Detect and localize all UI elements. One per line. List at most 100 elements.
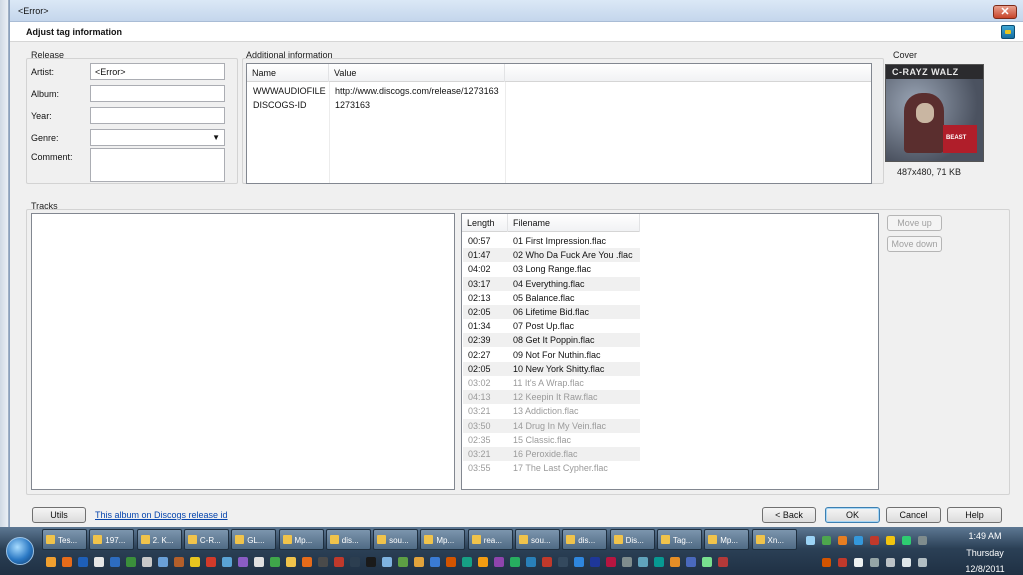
quicklaunch-icon[interactable] xyxy=(494,557,504,567)
quicklaunch-icon[interactable] xyxy=(350,557,360,567)
tray-icon[interactable] xyxy=(854,536,863,545)
firefox-icon[interactable] xyxy=(62,557,72,567)
table-row[interactable]: 03:02 11 It's A Wrap.flac xyxy=(463,376,640,390)
quicklaunch-icon[interactable] xyxy=(510,557,520,567)
additional-value-2[interactable]: 1273163 xyxy=(335,100,370,110)
quicklaunch-icon[interactable] xyxy=(654,557,664,567)
taskbar-button[interactable]: Mp... xyxy=(704,529,750,550)
tray-icon[interactable] xyxy=(822,558,831,567)
quicklaunch-icon[interactable] xyxy=(382,557,392,567)
tray-icon[interactable] xyxy=(838,558,847,567)
additional-name-2[interactable]: DISCOGS-ID xyxy=(253,100,307,110)
quicklaunch-icon[interactable] xyxy=(446,557,456,567)
quicklaunch-icon[interactable] xyxy=(478,557,488,567)
start-button[interactable] xyxy=(6,537,34,565)
tray-icon[interactable] xyxy=(902,536,911,545)
taskbar-button[interactable]: C-R... xyxy=(183,529,229,550)
quicklaunch-icon[interactable] xyxy=(574,557,584,567)
album-field[interactable] xyxy=(90,85,225,102)
quicklaunch-icon[interactable] xyxy=(158,557,168,567)
close-button[interactable]: ✕ xyxy=(993,5,1017,19)
tray-icon[interactable] xyxy=(886,536,895,545)
quicklaunch-icon[interactable] xyxy=(142,557,152,567)
taskbar-button[interactable]: Xn... xyxy=(751,529,797,550)
ok-button[interactable]: OK xyxy=(825,507,880,523)
tray-icon[interactable] xyxy=(918,558,927,567)
quicklaunch-icon[interactable] xyxy=(414,557,424,567)
additional-value-1[interactable]: http://www.discogs.com/release/1273163 xyxy=(335,86,499,96)
taskbar-button[interactable]: Mp... xyxy=(278,529,324,550)
quicklaunch-icon[interactable] xyxy=(398,557,408,567)
taskbar-button[interactable]: dis... xyxy=(325,529,371,550)
table-row[interactable]: 02:35 15 Classic.flac xyxy=(463,433,640,447)
quicklaunch-icon[interactable] xyxy=(718,557,728,567)
col-filename[interactable]: Filename xyxy=(508,214,640,232)
quicklaunch-icon[interactable] xyxy=(222,557,232,567)
tray-icon[interactable] xyxy=(838,536,847,545)
table-row[interactable]: 04:02 03 Long Range.flac xyxy=(463,262,640,276)
word-icon[interactable] xyxy=(110,557,120,567)
taskbar-button[interactable]: 2. K... xyxy=(136,529,182,550)
quicklaunch-icon[interactable] xyxy=(670,557,680,567)
move-down-button[interactable]: Move down xyxy=(887,236,942,252)
quicklaunch-icon[interactable] xyxy=(686,557,696,567)
quicklaunch-icon[interactable] xyxy=(622,557,632,567)
taskbar-button[interactable]: 197... xyxy=(89,529,135,550)
table-row[interactable]: 02:05 06 Lifetime Bid.flac xyxy=(463,305,640,319)
table-row[interactable]: 01:47 02 Who Da Fuck Are You .flac xyxy=(463,248,640,263)
flag-icon[interactable] xyxy=(886,558,895,567)
col-length[interactable]: Length xyxy=(462,214,508,232)
tray-icon[interactable] xyxy=(870,558,879,567)
quicklaunch-icon[interactable] xyxy=(638,557,648,567)
tray-icon[interactable] xyxy=(918,536,927,545)
table-row[interactable]: 03:17 04 Everything.flac xyxy=(463,276,640,291)
quicklaunch-icon[interactable] xyxy=(190,557,200,567)
discogs-link[interactable]: This album on Discogs release id xyxy=(95,510,228,520)
quicklaunch-icon[interactable] xyxy=(174,557,184,567)
quicklaunch-icon[interactable] xyxy=(606,557,616,567)
table-row[interactable]: 02:39 08 Get It Poppin.flac xyxy=(463,333,640,348)
tracks-file-list[interactable]: Length Filename 00:57 01 First Impression… xyxy=(461,213,879,490)
taskbar-button[interactable]: Tes... xyxy=(42,529,87,550)
back-button[interactable]: < Back xyxy=(762,507,816,523)
help-button[interactable]: Help xyxy=(947,507,1002,523)
taskbar-button[interactable]: Tag... xyxy=(656,529,702,550)
tray-icon[interactable] xyxy=(902,558,911,567)
tray-icon[interactable] xyxy=(870,536,879,545)
quicklaunch-icon[interactable] xyxy=(78,557,88,567)
network-icon[interactable] xyxy=(806,536,815,545)
clock-time[interactable]: 1:49 AM xyxy=(961,531,1009,541)
taskbar-button[interactable]: sou... xyxy=(373,529,419,550)
quicklaunch-icon[interactable] xyxy=(270,557,280,567)
cover-art-image[interactable]: C-RAYZ WALZ BEAST xyxy=(885,64,984,162)
tracks-tag-list[interactable] xyxy=(31,213,455,490)
genre-select[interactable]: ▼ xyxy=(90,129,225,146)
additional-name-1[interactable]: WWWAUDIOFILE xyxy=(253,86,326,96)
quicklaunch-icon[interactable] xyxy=(126,557,136,567)
quicklaunch-icon[interactable] xyxy=(430,557,440,567)
quicklaunch-icon[interactable] xyxy=(254,557,264,567)
comment-field[interactable] xyxy=(90,148,225,182)
quicklaunch-icon[interactable] xyxy=(206,557,216,567)
table-row[interactable]: 00:57 01 First Impression.flac xyxy=(463,234,640,248)
taskbar-button[interactable]: Mp... xyxy=(420,529,466,550)
cancel-button[interactable]: Cancel xyxy=(886,507,941,523)
col-value[interactable]: Value xyxy=(329,64,505,82)
year-field[interactable] xyxy=(90,107,225,124)
taskbar-button[interactable]: rea... xyxy=(467,529,513,550)
utils-button[interactable]: Utils xyxy=(32,507,86,523)
quicklaunch-icon[interactable] xyxy=(46,557,56,567)
table-row[interactable]: 04:13 12 Keepin It Raw.flac xyxy=(463,390,640,405)
quicklaunch-icon[interactable] xyxy=(558,557,568,567)
table-row[interactable]: 01:34 07 Post Up.flac xyxy=(463,319,640,333)
table-row[interactable]: 02:13 05 Balance.flac xyxy=(463,291,640,305)
table-row[interactable]: 03:55 17 The Last Cypher.flac xyxy=(463,461,640,475)
table-row[interactable]: 03:21 13 Addiction.flac xyxy=(463,404,640,418)
table-row[interactable]: 03:50 14 Drug In My Vein.flac xyxy=(463,418,640,433)
taskbar-button[interactable]: GL... xyxy=(231,529,277,550)
volume-icon[interactable] xyxy=(854,558,863,567)
quicklaunch-icon[interactable] xyxy=(318,557,328,567)
col-name[interactable]: Name xyxy=(247,64,329,82)
table-row[interactable]: 02:05 10 New York Shitty.flac xyxy=(463,361,640,376)
quicklaunch-icon[interactable] xyxy=(462,557,472,567)
